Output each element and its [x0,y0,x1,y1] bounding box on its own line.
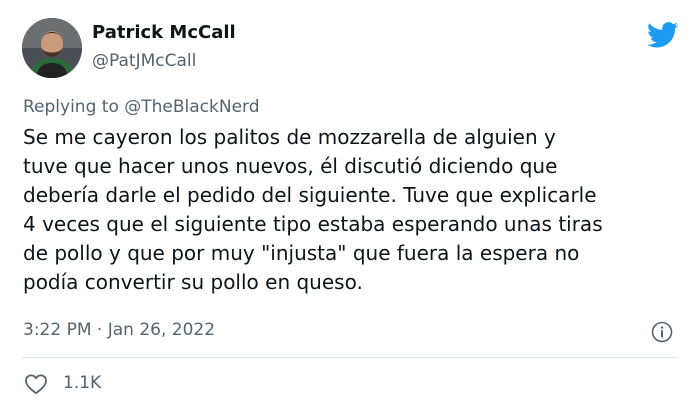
tweet-timestamp[interactable]: 3:22 PM · Jan 26, 2022 [23,320,215,340]
like-count: 1.1K [63,373,102,393]
avatar-image [22,18,82,78]
replying-to-label: Replying to [23,97,119,117]
tweet-text: Se me cayeron los palitos de mozzarella … [23,123,687,297]
twitter-bird-icon[interactable] [647,22,679,48]
tweet-text-line: tuve que hacer unos nuevos, él discutió … [23,154,558,178]
replying-to: Replying to @TheBlackNerd [23,97,260,117]
tweet-text-line: Se me cayeron los palitos de mozzarella … [23,125,556,149]
info-icon[interactable] [651,321,673,343]
avatar[interactable] [22,18,82,78]
user-handle[interactable]: @PatJMcCall [92,51,196,71]
heart-icon[interactable] [24,373,48,395]
tweet-text-line: podía convertir su pollo en queso. [23,270,363,294]
tweet-text-line: debería darle el pedido del siguiente. T… [23,183,597,207]
reply-mention-link[interactable]: @TheBlackNerd [124,97,259,117]
tweet-text-line: 4 veces que el siguiente tipo estaba esp… [23,212,603,236]
tweet-text-line: de pollo y que por muy "injusta" que fue… [23,241,580,265]
tweet-card: Patrick McCall @PatJMcCall Replying to @… [0,0,700,410]
divider [22,357,678,358]
display-name[interactable]: Patrick McCall [92,22,236,43]
